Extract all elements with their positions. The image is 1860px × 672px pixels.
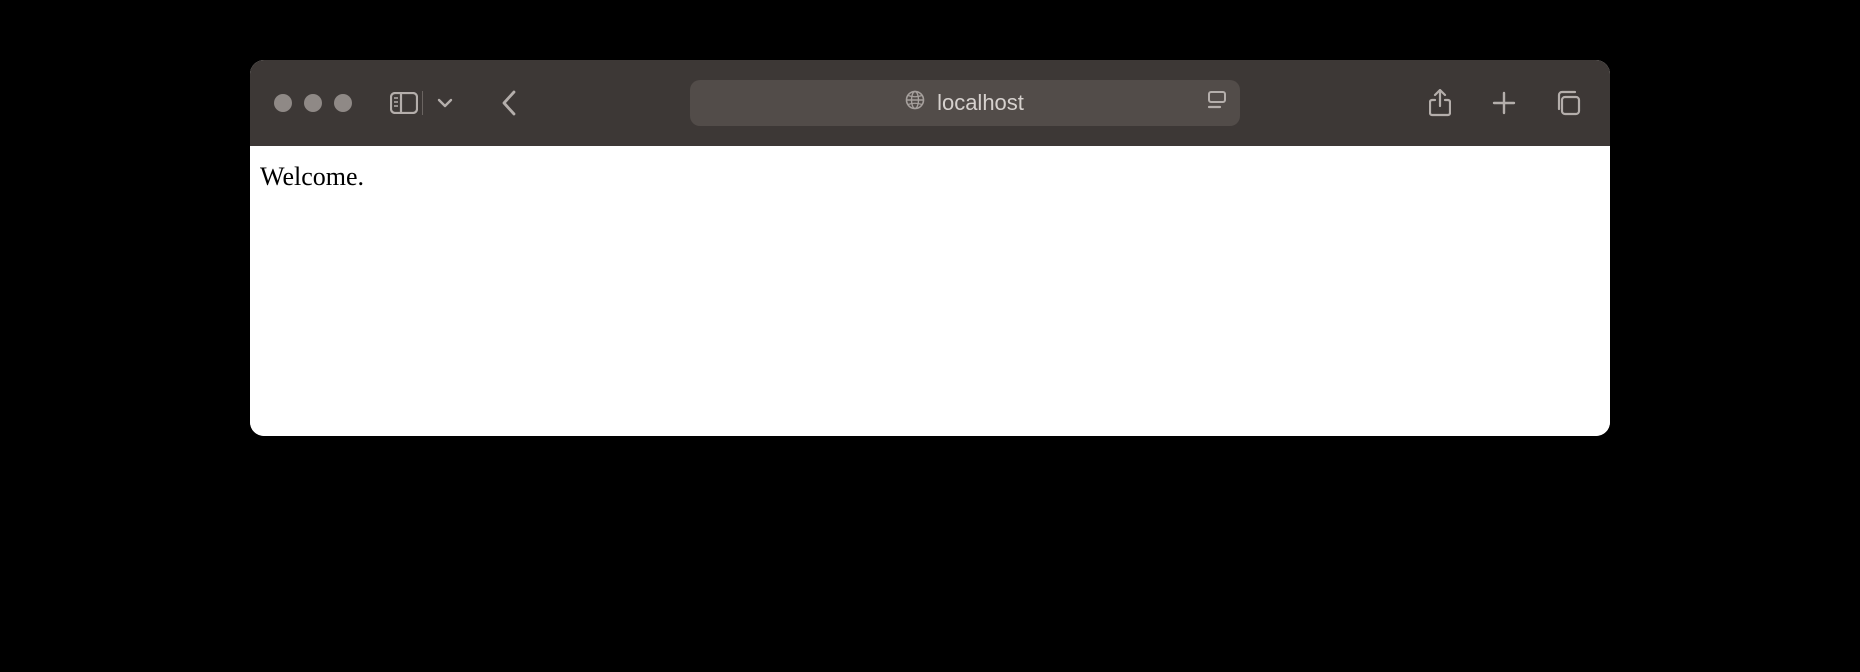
page-content: Welcome. [250,146,1610,436]
sidebar-icon [390,92,418,114]
share-button[interactable] [1422,85,1458,121]
maximize-window-button[interactable] [334,94,352,112]
addressbar-container: localhost [535,80,1394,126]
tabs-icon [1555,90,1581,116]
back-button[interactable] [491,85,527,121]
globe-icon [905,90,925,116]
titlebar: localhost [250,60,1610,146]
close-window-button[interactable] [274,94,292,112]
plus-icon [1492,91,1516,115]
navigation-controls [491,85,527,121]
addressbar-host: localhost [937,90,1024,116]
toolbar-divider [422,91,423,115]
chevron-left-icon [500,89,518,117]
right-toolbar [1422,85,1586,121]
page-body-text: Welcome. [260,162,364,191]
browser-window: localhost [250,60,1610,436]
minimize-window-button[interactable] [304,94,322,112]
window-controls [274,94,352,112]
reader-mode-button[interactable] [1206,90,1228,116]
tab-overview-button[interactable] [1550,85,1586,121]
sidebar-controls [386,85,463,121]
addressbar[interactable]: localhost [690,80,1240,126]
tab-group-dropdown-button[interactable] [427,85,463,121]
share-icon [1429,89,1451,117]
sidebar-toggle-button[interactable] [386,85,422,121]
chevron-down-icon [437,97,453,109]
new-tab-button[interactable] [1486,85,1522,121]
